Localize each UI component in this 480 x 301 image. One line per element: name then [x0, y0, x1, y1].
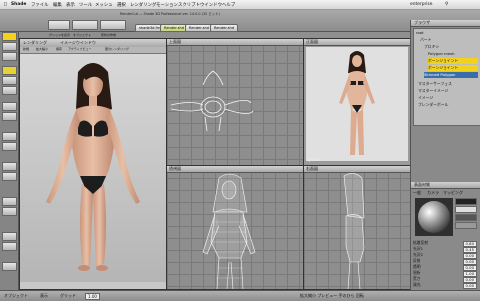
prop-value-field[interactable]: 0.00: [462, 283, 477, 289]
tool-create[interactable]: [2, 42, 17, 51]
menu-help[interactable]: ヘルプ: [222, 2, 235, 8]
tree-item[interactable]: プロキシ: [424, 44, 478, 50]
render-save-button[interactable]: 保存: [56, 47, 62, 52]
tool-bone[interactable]: [2, 132, 17, 141]
tool-option-2[interactable]: [2, 207, 17, 216]
viewport-front[interactable]: 正面図 global: [303, 38, 411, 166]
menu-view[interactable]: 表示: [66, 2, 75, 8]
tool-uv[interactable]: [2, 172, 17, 181]
tab-file-4[interactable]: Render.shd: [210, 24, 239, 32]
status-info: 拡大縮小 プレビュー 手のひら 回転: [300, 293, 364, 298]
status-label-object: オブジェクト: [4, 293, 28, 298]
menu-bar:  Shade ファイル 編集 表示 ツール メッシュ 選択 レンダリング モー…: [0, 0, 480, 10]
active-view-button[interactable]: アクティブビュー: [68, 47, 92, 52]
tool-option-1[interactable]: [2, 197, 17, 206]
main-toolbar: RenderCut — Shade 3D Professional ver. 1…: [0, 10, 480, 37]
image-window-tab[interactable]: イメージウインドウ: [60, 40, 96, 45]
menu-tools[interactable]: ツール: [79, 2, 92, 8]
render-new-button[interactable]: 新規: [23, 47, 29, 52]
menu-script[interactable]: スクリプト: [178, 2, 200, 8]
tool-move[interactable]: [2, 66, 17, 75]
create-shape-button[interactable]: 形状の作成: [100, 20, 126, 37]
object-button[interactable]: オブジェクト: [72, 20, 98, 37]
menu-file[interactable]: ファイル: [31, 2, 49, 8]
menu-motion[interactable]: モーション: [156, 2, 178, 8]
surface-tab-general[interactable]: 一般: [413, 190, 421, 195]
prop-row: 発光 0.00: [413, 282, 477, 289]
viewport-perspective[interactable]: 透視図: [166, 165, 304, 290]
tool-option-3[interactable]: [2, 232, 17, 241]
tool-palette: [0, 32, 19, 290]
tool-option-5[interactable]: [2, 262, 17, 271]
tool-option-4[interactable]: [2, 242, 17, 251]
grid-button[interactable]: グリッドを表示: [48, 20, 70, 37]
render-zoom-button[interactable]: 拡大縮小: [36, 47, 48, 52]
menu-render[interactable]: レンダリング: [130, 2, 156, 8]
render-window: レンダリング イメージウインドウ 新規 拡大縮小 保存 アクティブビュー 部分レ…: [19, 38, 167, 290]
tool-part[interactable]: [2, 102, 17, 111]
viewport-side[interactable]: 右面図: [303, 165, 411, 290]
tree-item[interactable]: Polygon mesh: [428, 51, 478, 57]
browser-tree: root パート プロキシ Polygon mesh ボーンジョイント ボーンジ…: [413, 28, 480, 126]
tree-item-selected[interactable]: ボーンジョイント: [428, 58, 478, 64]
swatch-transparency[interactable]: [455, 222, 477, 229]
front-ground-label: global: [308, 157, 321, 162]
menu-edit[interactable]: 編集: [53, 2, 62, 8]
tab-file-2[interactable]: Render.shd: [160, 24, 189, 32]
swatch-specular[interactable]: [455, 206, 477, 213]
browser-header: ブラウザ: [411, 20, 480, 27]
render-tab[interactable]: レンダリング: [23, 40, 47, 45]
tree-item-selected[interactable]: ボーンジョイント: [428, 65, 478, 71]
wireframe-top-view: [170, 70, 254, 132]
status-label-view: 表示: [40, 293, 48, 298]
tree-item[interactable]: パート: [420, 37, 478, 43]
surface-properties: 拡散反射 0.80 光沢1 0.45 光沢2 0.00 反射 0.00 透明 0.00 屈…: [413, 240, 479, 289]
rendered-character-image: [20, 54, 166, 282]
viewport-front-header: 正面図: [304, 39, 410, 46]
tree-item[interactable]: マスターサーフェス: [418, 81, 478, 87]
tab-file-3[interactable]: Render.shd: [185, 24, 214, 32]
material-swatches: [455, 198, 479, 236]
search-icon[interactable]: ⚲: [445, 2, 448, 7]
character-front-thumbnail: [339, 51, 375, 155]
viewport-top[interactable]: 上面図: [166, 38, 304, 166]
apple-menu-icon[interactable]: : [4, 2, 7, 7]
render-toolbar: 新規 拡大縮小 保存 アクティブビュー 部分レンダリング: [20, 47, 166, 54]
tree-item[interactable]: root: [416, 30, 478, 36]
material-preview-sphere: [415, 198, 453, 236]
wireframe-perspective-view: [202, 173, 256, 289]
window-title: RenderCut — Shade 3D Professional ver. 1…: [120, 12, 220, 16]
tree-item-active[interactable]: Skinned Polygon: [424, 72, 478, 78]
surface-tab-camera[interactable]: カメラ: [427, 190, 439, 195]
surface-tabs: 一般 カメラ マッピング: [413, 190, 479, 196]
status-label-grid: グリッド: [60, 293, 76, 298]
tool-scale[interactable]: [2, 86, 17, 95]
tool-rotate[interactable]: [2, 76, 17, 85]
tool-select[interactable]: [2, 32, 17, 41]
surface-tab-mapping[interactable]: マッピング: [443, 190, 463, 195]
tool-light[interactable]: [2, 112, 17, 121]
menu-mesh[interactable]: メッシュ: [95, 2, 113, 8]
partial-render-button[interactable]: 部分レンダリング: [105, 47, 129, 52]
tool-mesh[interactable]: [2, 162, 17, 171]
menu-window[interactable]: ウインドウ: [200, 2, 222, 8]
menu-select[interactable]: 選択: [117, 2, 126, 8]
user-name: enterprise: [410, 2, 433, 7]
swatch-reflect[interactable]: [455, 214, 477, 221]
tree-item[interactable]: マスターイメージ: [418, 88, 478, 94]
status-bar: オブジェクト 表示 グリッド 1.00 拡大縮小 プレビュー 手のひら 回転: [0, 290, 480, 301]
surface-header: 表面材質: [411, 182, 480, 189]
tool-joint[interactable]: [2, 142, 17, 151]
wireframe-side-view: [343, 173, 365, 289]
right-panel: ブラウザ root パート プロキシ Polygon mesh ボーンジョイント…: [410, 20, 480, 290]
tree-item[interactable]: イメージ: [418, 95, 478, 101]
app-menu[interactable]: Shade: [11, 2, 26, 7]
tool-edit[interactable]: [2, 52, 17, 61]
zoom-field[interactable]: 1.00: [85, 293, 100, 300]
tree-item[interactable]: ブレンダーボール: [418, 102, 478, 108]
front-view-render: [306, 47, 408, 161]
swatch-base[interactable]: [455, 198, 477, 205]
